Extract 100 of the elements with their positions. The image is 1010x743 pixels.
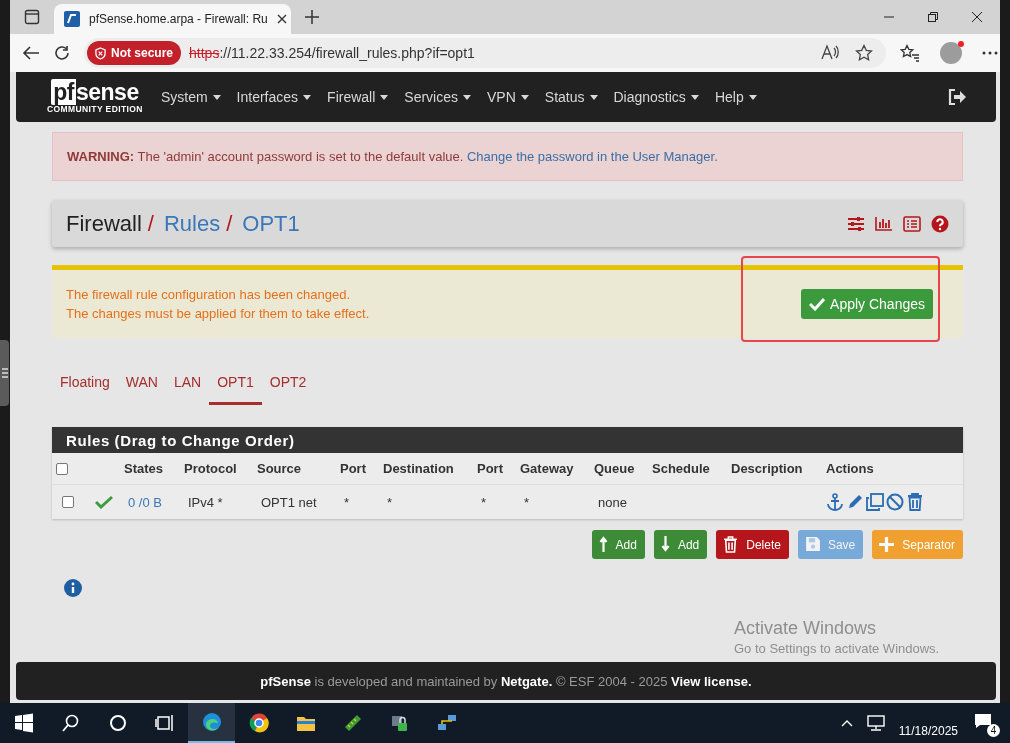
network-status-icon[interactable] (866, 715, 885, 731)
read-aloud-icon[interactable] (821, 44, 839, 60)
nav-menu-item[interactable]: Interfaces (228, 89, 320, 105)
anchor-icon[interactable] (826, 493, 844, 511)
caret-icon (748, 94, 757, 100)
arrow-up-icon (598, 536, 608, 553)
interface-tab[interactable]: OPT1 (209, 358, 262, 405)
nav-menu-item[interactable]: Status (536, 89, 606, 105)
alert-text: The changes must be applied for them to take effect. (66, 306, 370, 321)
trash-icon[interactable] (906, 493, 924, 511)
lock-icon (389, 713, 410, 733)
row-checkbox[interactable] (62, 496, 74, 508)
ban-icon[interactable] (886, 493, 904, 511)
network-icon (436, 713, 457, 733)
refresh-icon[interactable] (54, 45, 70, 61)
more-icon[interactable] (982, 51, 998, 55)
caret-icon (690, 94, 699, 100)
column-header: Schedule (652, 461, 711, 476)
column-header: Gateway (520, 461, 575, 476)
bar-chart-icon[interactable] (875, 216, 893, 231)
breadcrumb-separator: / (226, 210, 233, 237)
change-password-link[interactable]: Change the password in the User Manager. (467, 149, 718, 164)
nav-menu-item[interactable]: Diagnostics (605, 89, 707, 105)
column-header: Source (257, 461, 303, 476)
interface-tab[interactable]: OPT2 (261, 358, 315, 405)
nav-menu-item[interactable]: System (152, 89, 229, 105)
panel-title: Rules (Drag to Change Order) (66, 431, 295, 449)
caret-icon (520, 94, 529, 100)
caret-icon (463, 94, 471, 100)
shield-icon (95, 46, 106, 60)
table-cell-text: * (480, 494, 488, 510)
footer-text: pfSense is developed and maintained by Netgate. © ESF 2004 - 2025 View license. (260, 673, 752, 689)
column-header: Destination (383, 461, 455, 476)
sliders-icon[interactable] (847, 215, 865, 232)
caret-icon (303, 94, 312, 100)
notification-count: 4 (987, 724, 1000, 737)
taskbar-app[interactable] (188, 703, 235, 743)
add-top-button[interactable]: Add (591, 530, 645, 559)
apply-changes-button[interactable]: Apply Changes (801, 289, 933, 319)
interface-tab[interactable]: Floating (52, 358, 118, 405)
column-header: Description (731, 461, 804, 476)
table-cell-text: OPT1 net (260, 494, 318, 510)
side-handle[interactable] (0, 340, 9, 406)
add-bottom-button[interactable]: Add (653, 530, 708, 559)
logo-subtitle: COMMUNITY EDITION (47, 104, 143, 114)
close-icon[interactable] (276, 14, 287, 24)
table-cell-text: none (597, 494, 628, 510)
nav-menu-item[interactable]: VPN (479, 89, 537, 105)
browser-icon (248, 713, 269, 733)
states-link[interactable]: 0 /0 B (124, 494, 184, 510)
column-header: Port (340, 461, 367, 476)
plus-icon (879, 536, 895, 553)
favorites-icon[interactable] (900, 44, 920, 62)
back-icon[interactable] (22, 45, 40, 61)
list-icon[interactable] (903, 215, 921, 232)
help-icon[interactable] (931, 214, 949, 233)
select-all-checkbox[interactable] (56, 462, 68, 475)
close-icon[interactable] (972, 12, 982, 22)
column-header: Port (477, 461, 504, 476)
delete-button[interactable]: Delete (716, 530, 789, 559)
column-header: Queue (594, 461, 636, 476)
table-cell-text: * (386, 494, 394, 510)
rule-row[interactable]: 0 /0 B IPv4 * OPT1 net * * * * none (52, 485, 963, 519)
clock-date[interactable]: 11/18/2025 (898, 724, 958, 738)
circle-icon (107, 713, 128, 733)
favicon-icon (64, 11, 80, 27)
profile-avatar[interactable] (940, 42, 962, 64)
nav-menu-item[interactable]: Help (706, 89, 765, 105)
tab-actions-icon[interactable] (24, 9, 40, 25)
copy-icon[interactable] (866, 493, 884, 511)
column-header: Protocol (184, 461, 238, 476)
logout-icon[interactable] (948, 89, 966, 105)
caret-icon (589, 94, 598, 100)
nav-menu-item[interactable]: Firewall (319, 89, 397, 105)
activation-title: Activate Windows (734, 618, 878, 639)
chevron-up-icon[interactable] (840, 719, 853, 727)
pencil-icon[interactable] (846, 493, 864, 511)
browser-tab[interactable]: pfSense.home.arpa - Firewall: Ru (54, 4, 291, 34)
activation-subtitle: Go to Settings to activate Windows. (734, 641, 940, 656)
warning-text: WARNING: The 'admin' account password is set to the default value. Change the password in the User Manager. (67, 149, 718, 164)
info-icon[interactable] (64, 579, 82, 597)
start-icon (13, 713, 34, 733)
notification-button[interactable]: 4 (972, 709, 1000, 737)
search-icon (60, 713, 81, 733)
column-header: States (124, 461, 165, 476)
nav-menu-item[interactable]: Services (396, 89, 479, 105)
table-cell-text: IPv4 * (187, 494, 224, 510)
browser-icon (201, 712, 222, 732)
address-bar[interactable]: Not secure https://11.22.33.254/firewall_rules.php?if=opt1 (84, 38, 886, 68)
star-icon[interactable] (855, 44, 873, 62)
license-link[interactable]: View license. (670, 673, 752, 689)
interface-tab[interactable]: WAN (117, 358, 166, 405)
caret-icon (380, 94, 389, 100)
caret-icon (212, 94, 221, 100)
new-tab-icon[interactable] (305, 10, 319, 24)
task-view-icon (154, 713, 175, 733)
interface-tab[interactable]: LAN (165, 358, 210, 405)
breadcrumb-separator: / (147, 210, 154, 237)
restore-icon[interactable] (928, 12, 938, 22)
not-secure-badge[interactable]: Not secure (87, 41, 182, 65)
